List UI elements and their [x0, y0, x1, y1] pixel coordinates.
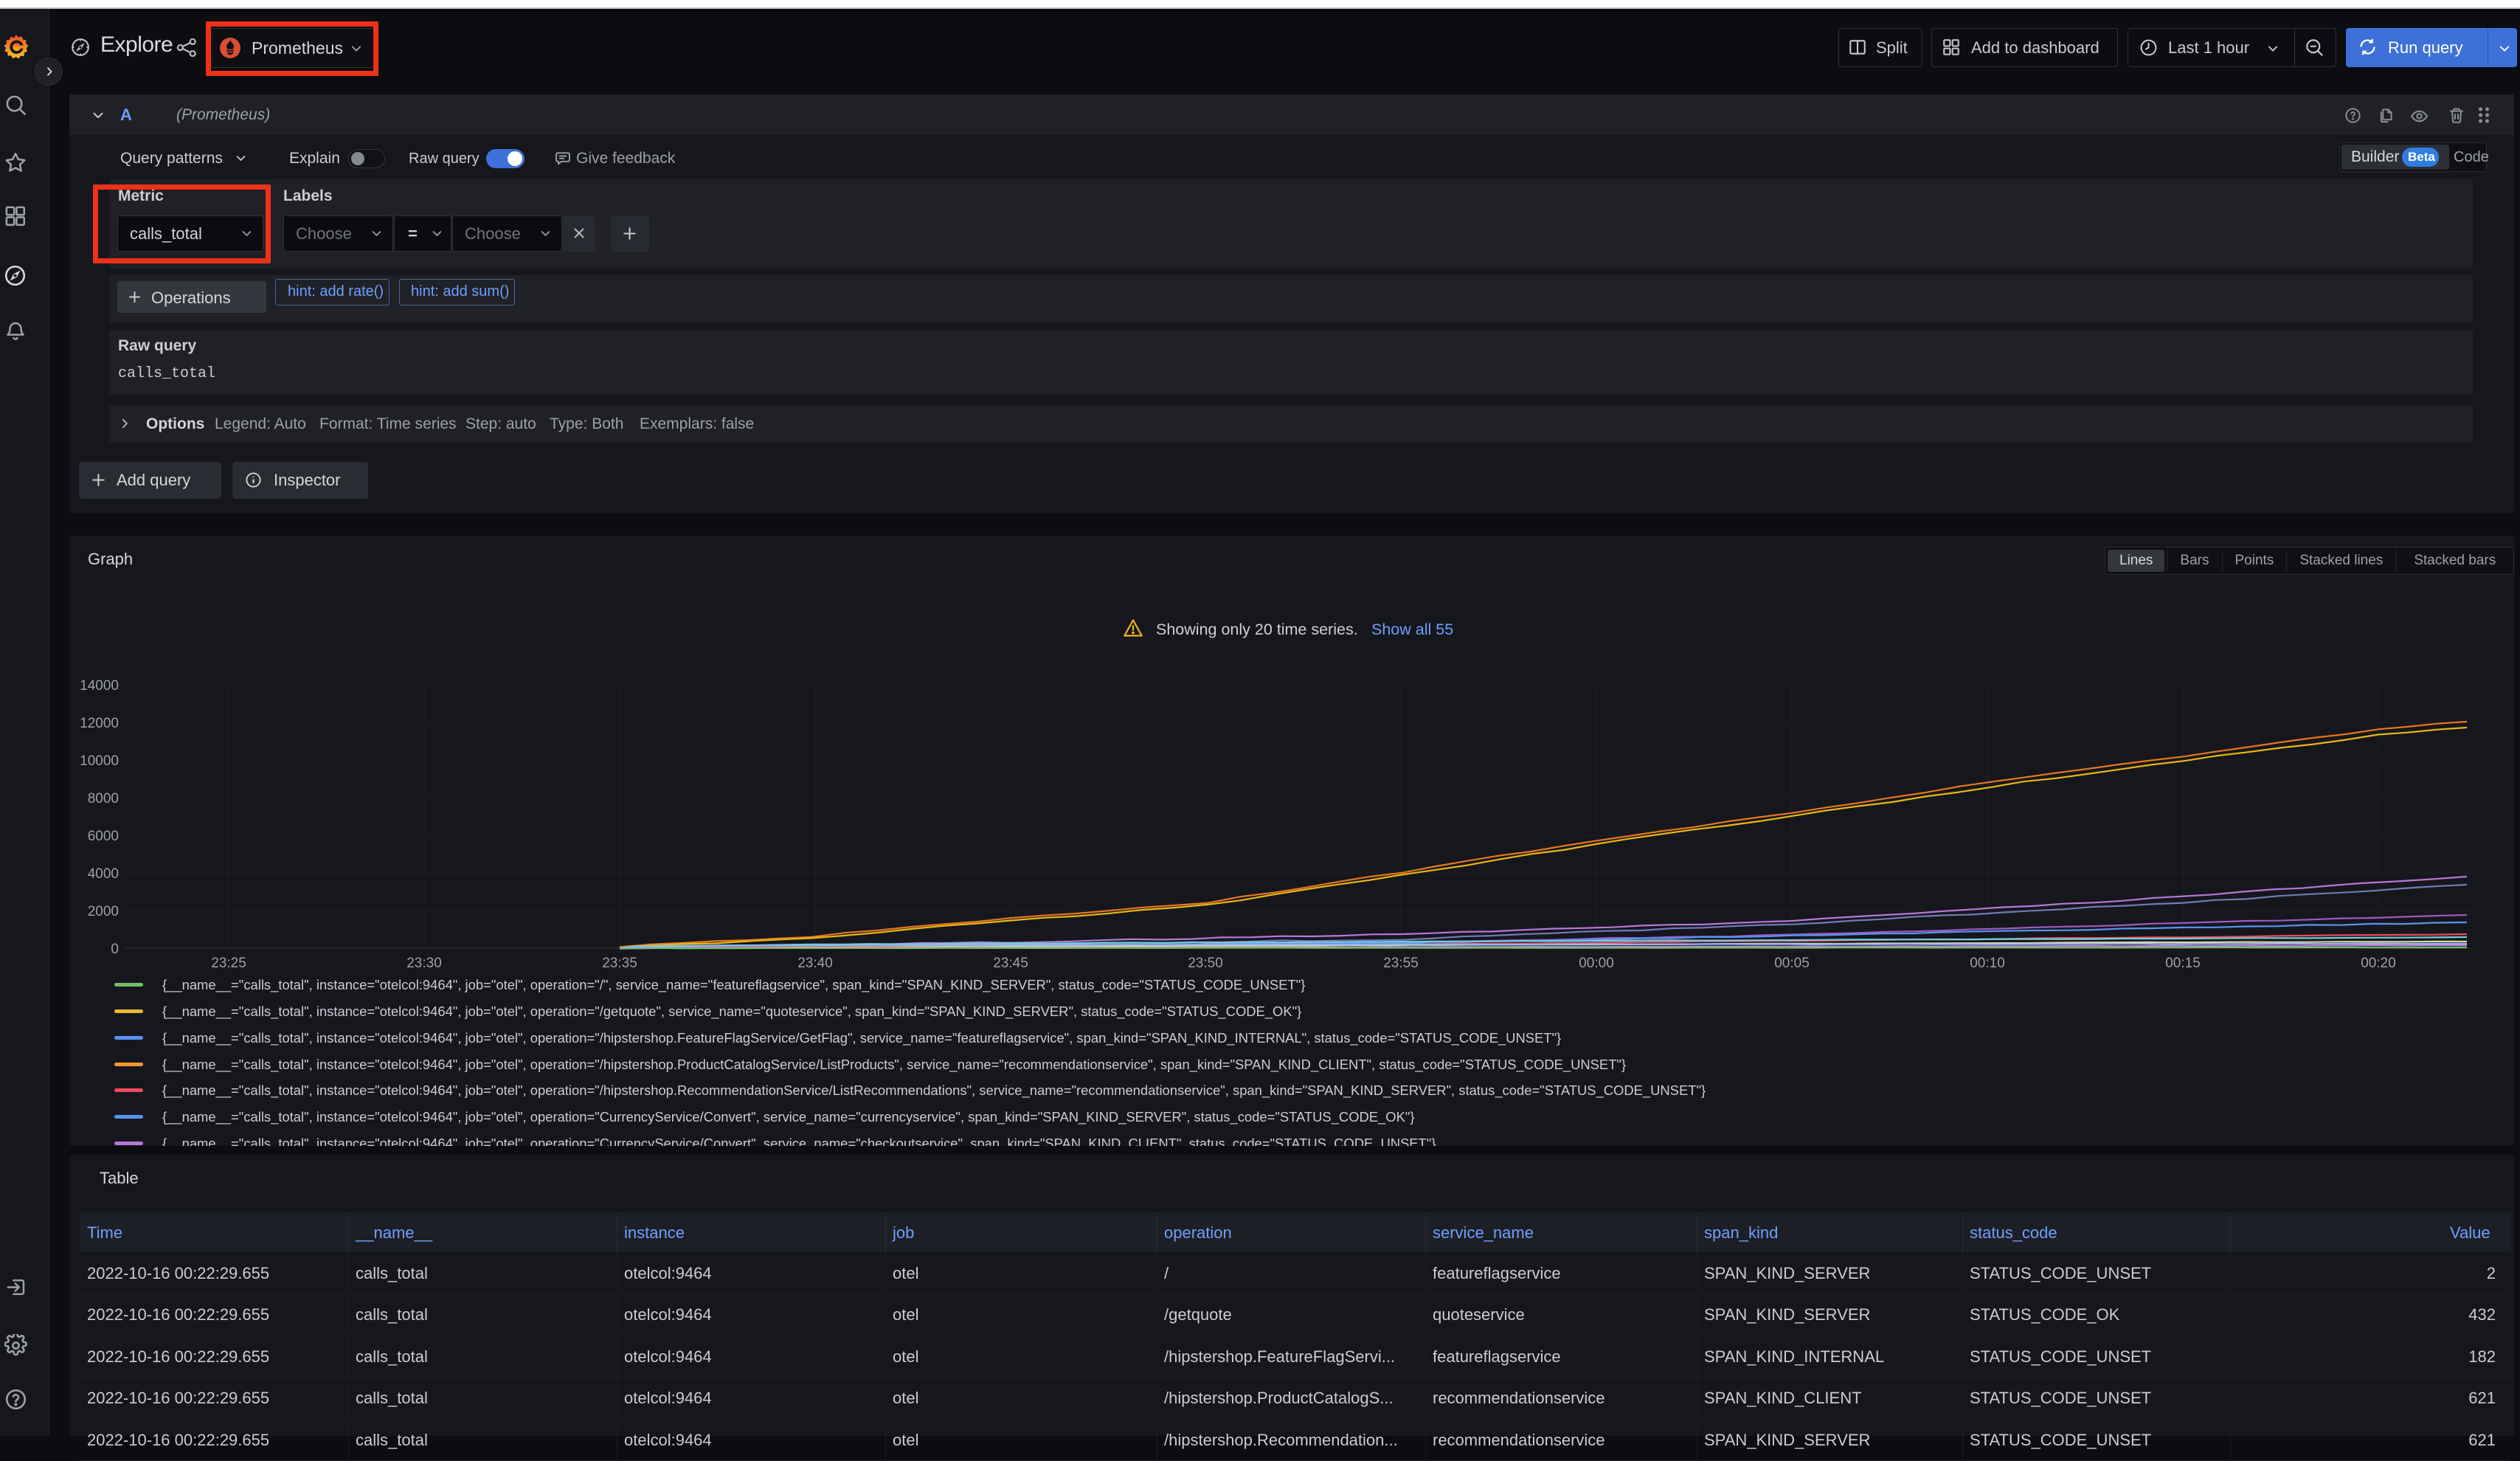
svg-text:00:00: 00:00	[1579, 956, 1614, 971]
svg-text:12000: 12000	[80, 716, 119, 731]
svg-text:00:20: 00:20	[2361, 956, 2396, 971]
svg-text:10000: 10000	[80, 753, 119, 769]
svg-text:0: 0	[111, 942, 119, 957]
svg-text:2000: 2000	[88, 904, 119, 919]
svg-text:00:10: 00:10	[1970, 956, 2005, 971]
svg-text:00:15: 00:15	[2165, 956, 2201, 971]
svg-text:23:45: 23:45	[993, 956, 1028, 971]
svg-text:23:25: 23:25	[211, 956, 246, 971]
svg-text:23:40: 23:40	[797, 956, 833, 971]
svg-text:23:50: 23:50	[1188, 956, 1223, 971]
svg-text:8000: 8000	[88, 791, 119, 807]
svg-text:00:05: 00:05	[1774, 956, 1810, 971]
svg-text:14000: 14000	[80, 678, 119, 694]
svg-text:23:35: 23:35	[602, 956, 637, 971]
svg-text:23:55: 23:55	[1383, 956, 1419, 971]
svg-text:6000: 6000	[88, 829, 119, 844]
svg-text:4000: 4000	[88, 866, 119, 882]
svg-text:23:30: 23:30	[406, 956, 442, 971]
